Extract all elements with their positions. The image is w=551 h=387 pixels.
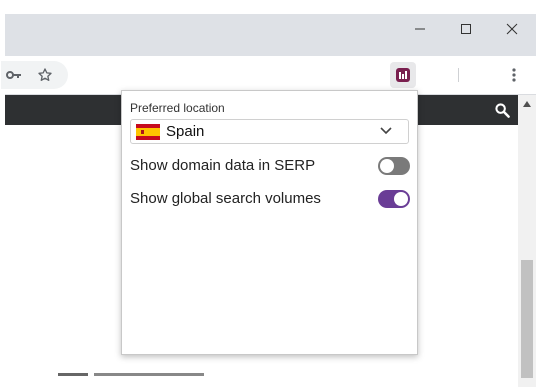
- site-search-button[interactable]: [494, 102, 510, 118]
- keywords-extension-button[interactable]: [390, 62, 416, 88]
- screen-top-edge: [0, 0, 551, 14]
- page-scrollbar[interactable]: [518, 95, 536, 387]
- scroll-up-button[interactable]: [518, 95, 536, 112]
- browser-title-bar: [5, 14, 536, 56]
- scroll-up-arrow-icon: [523, 100, 531, 107]
- location-select-value: Spain: [166, 123, 205, 140]
- spain-flag-icon: [136, 124, 160, 140]
- maximize-button[interactable]: [443, 14, 489, 44]
- bookmark-star-button[interactable]: [35, 65, 55, 85]
- chevron-down-icon: [380, 127, 392, 135]
- minimize-button[interactable]: [397, 14, 443, 44]
- password-key-button[interactable]: [5, 65, 23, 85]
- maximize-icon: [461, 24, 471, 34]
- show-domain-data-toggle[interactable]: [378, 157, 410, 175]
- toggle-knob: [380, 159, 394, 173]
- toggle-knob: [394, 192, 408, 206]
- show-global-volumes-toggle[interactable]: [378, 190, 410, 208]
- preferred-location-label: Preferred location: [130, 101, 225, 115]
- close-window-button[interactable]: [489, 14, 535, 44]
- star-icon: [38, 68, 52, 81]
- extension-settings-popup: Preferred location Spain Show domain dat…: [121, 90, 418, 355]
- toolbar-separator: [458, 68, 459, 82]
- search-icon: [494, 102, 510, 118]
- show-global-volumes-label: Show global search volumes: [130, 190, 321, 207]
- page-text-fragment: [58, 367, 238, 381]
- show-domain-data-label: Show domain data in SERP: [130, 157, 316, 174]
- scroll-thumb[interactable]: [521, 260, 533, 378]
- close-icon: [506, 23, 518, 35]
- kebab-menu-icon: [512, 68, 516, 82]
- keywords-extension-icon: [396, 68, 410, 82]
- minimize-icon: [415, 28, 425, 30]
- key-icon: [6, 71, 21, 79]
- location-select[interactable]: Spain: [130, 119, 409, 144]
- browser-menu-button[interactable]: [504, 65, 524, 85]
